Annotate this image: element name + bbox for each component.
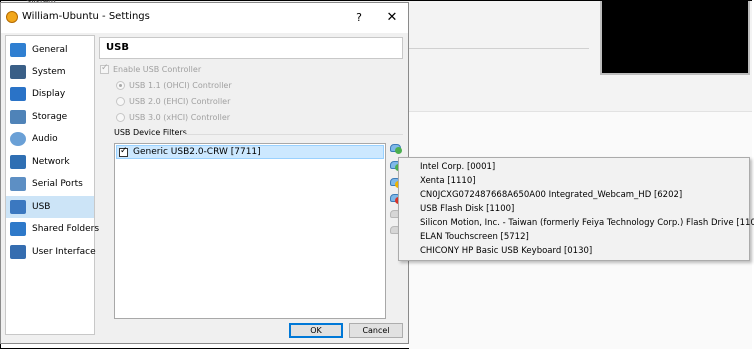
sidebar-item-label: User Interface bbox=[32, 247, 96, 257]
plus-badge-icon bbox=[395, 147, 402, 154]
menu-item[interactable]: CHICONY HP Basic USB Keyboard [0130] bbox=[420, 246, 592, 256]
usb-2-0-radio[interactable] bbox=[116, 97, 125, 106]
menu-item[interactable]: CN0JCXG072487668A650A00 Integrated_Webca… bbox=[420, 190, 682, 200]
sidebar-item-usb[interactable]: USB bbox=[6, 196, 94, 218]
sidebar-item-label: Audio bbox=[32, 134, 58, 144]
close-button[interactable]: ✕ bbox=[382, 9, 402, 27]
usb-icon bbox=[10, 200, 26, 214]
menu-item[interactable]: USB Flash Disk [1100] bbox=[420, 204, 514, 214]
page-title: USB bbox=[99, 37, 403, 59]
sidebar-item-network[interactable]: Network bbox=[6, 151, 94, 173]
serial-port-icon bbox=[10, 177, 26, 191]
usb-3-0-radio[interactable] bbox=[116, 113, 125, 122]
usb-device-filters-label: USB Device Filters bbox=[114, 128, 187, 137]
sidebar-item-label: Storage bbox=[32, 112, 68, 122]
settings-dialog: William-Ubuntu - Settings ? ✕ General Sy… bbox=[0, 2, 409, 344]
sidebar-item-general[interactable]: General bbox=[6, 39, 94, 61]
shared-folder-icon bbox=[10, 222, 26, 236]
virtualbox-app-icon bbox=[6, 11, 18, 23]
background-vm-display bbox=[600, 1, 750, 75]
system-chip-icon bbox=[10, 65, 26, 79]
menu-item[interactable]: Silicon Motion, Inc. - Taiwan (formerly … bbox=[420, 218, 754, 228]
usb-3-0-label: USB 3.0 (xHCI) Controller bbox=[129, 113, 231, 122]
title-bar[interactable]: William-Ubuntu - Settings ? ✕ bbox=[1, 3, 408, 33]
sidebar-item-audio[interactable]: Audio bbox=[6, 128, 94, 150]
menu-item[interactable]: Intel Corp. [0001] bbox=[420, 162, 495, 172]
sidebar-item-label: Display bbox=[32, 89, 66, 99]
settings-sidebar: General System Display Storage Audio Net… bbox=[5, 35, 99, 335]
menu-item[interactable]: Xenta [1110] bbox=[420, 176, 476, 186]
enable-usb-controller-checkbox[interactable] bbox=[100, 63, 109, 74]
audio-speaker-icon bbox=[10, 132, 26, 146]
usb-device-menu: Intel Corp. [0001] Xenta [1110] CN0JCXG0… bbox=[398, 157, 754, 261]
sidebar-item-label: USB bbox=[32, 202, 51, 212]
sidebar-item-label: Network bbox=[32, 157, 70, 167]
usb-2-0-label: USB 2.0 (EHCI) Controller bbox=[129, 97, 231, 106]
filter-enabled-checkbox[interactable] bbox=[119, 146, 128, 157]
cancel-button[interactable]: Cancel bbox=[349, 323, 403, 338]
background-divider bbox=[409, 48, 589, 49]
menu-item[interactable]: ELAN Touchscreen [5712] bbox=[420, 232, 529, 242]
enable-usb-controller-label: Enable USB Controller bbox=[113, 65, 202, 74]
add-empty-filter-button[interactable] bbox=[389, 141, 403, 155]
ok-button[interactable]: OK bbox=[289, 323, 343, 338]
usb-filter-list[interactable]: Generic USB2.0-CRW [7711] bbox=[114, 143, 386, 319]
list-item[interactable]: Generic USB2.0-CRW [7711] bbox=[116, 145, 384, 159]
sidebar-item-label: System bbox=[32, 67, 66, 77]
sidebar-item-shared-folders[interactable]: Shared Folders bbox=[6, 218, 99, 240]
filter-label: Generic USB2.0-CRW [7711] bbox=[133, 147, 261, 157]
sidebar-item-label: General bbox=[32, 45, 68, 55]
sidebar-item-display[interactable]: Display bbox=[6, 83, 94, 105]
general-icon bbox=[10, 43, 26, 57]
sidebar-item-label: Serial Ports bbox=[32, 179, 83, 189]
group-divider bbox=[181, 134, 403, 135]
display-monitor-icon bbox=[10, 87, 26, 101]
usb-1-1-radio[interactable] bbox=[116, 81, 125, 90]
usb-1-1-label: USB 1.1 (OHCI) Controller bbox=[129, 81, 232, 90]
storage-disk-icon bbox=[10, 110, 26, 124]
sidebar-item-user-interface[interactable]: User Interface bbox=[6, 241, 96, 263]
sidebar-item-serial-ports[interactable]: Serial Ports bbox=[6, 173, 94, 195]
sidebar-item-storage[interactable]: Storage bbox=[6, 106, 94, 128]
help-button[interactable]: ? bbox=[349, 9, 369, 27]
network-icon bbox=[10, 155, 26, 169]
sidebar-item-label: Shared Folders bbox=[32, 224, 100, 234]
user-interface-icon bbox=[10, 245, 26, 259]
sidebar-item-system[interactable]: System bbox=[6, 61, 94, 83]
window-title: William-Ubuntu - Settings bbox=[22, 11, 150, 22]
